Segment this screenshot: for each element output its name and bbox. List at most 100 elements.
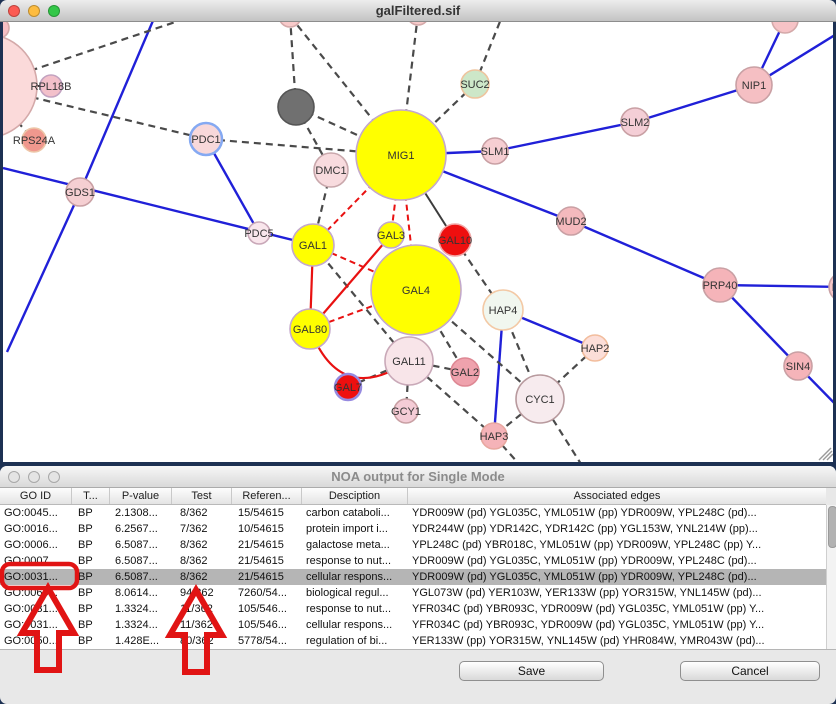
node-label: PRP40 bbox=[703, 280, 738, 292]
column-header-associated_edges[interactable]: Associated edges bbox=[408, 488, 826, 504]
cell-go_id: GO:0031... bbox=[0, 617, 72, 633]
cell-description: galactose meta... bbox=[302, 537, 408, 553]
table-bottom-border bbox=[0, 649, 836, 650]
cell-p_value: 1.428E... bbox=[110, 633, 172, 649]
cell-go_id: GO:0016... bbox=[0, 521, 72, 537]
node-label: HAP3 bbox=[480, 431, 509, 443]
cell-p_value: 6.5087... bbox=[110, 553, 172, 569]
cell-reference: 10/54615 bbox=[232, 521, 302, 537]
column-header-p_value[interactable]: P-value bbox=[110, 488, 172, 504]
table-row[interactable]: GO:0031...BP1.3324...11/362105/546...res… bbox=[0, 601, 826, 617]
cell-description: regulation of bi... bbox=[302, 633, 408, 649]
node-label: GAL1 bbox=[299, 240, 327, 252]
cell-associated_edges: YGL073W (pd) YER103W, YER133W (pp) YOR31… bbox=[408, 585, 826, 601]
column-header-test[interactable]: Test bbox=[172, 488, 232, 504]
cell-reference: 21/54615 bbox=[232, 569, 302, 585]
cell-reference: 105/546... bbox=[232, 617, 302, 633]
column-header-go_id[interactable]: GO ID bbox=[0, 488, 72, 504]
cell-associated_edges: YDR009W (pd) YGL035C, YML051W (pp) YDR00… bbox=[408, 569, 826, 585]
network-window-title: galFiltered.sif bbox=[0, 0, 836, 22]
save-button[interactable]: Save bbox=[459, 661, 604, 681]
column-header-reference[interactable]: Referen... bbox=[232, 488, 302, 504]
node-label: GAL7 bbox=[334, 382, 362, 394]
cell-type: BP bbox=[72, 553, 110, 569]
cell-associated_edges: YDR009W (pd) YGL035C, YML051W (pp) YDR00… bbox=[408, 553, 826, 569]
network-window-titlebar[interactable]: galFiltered.sif bbox=[0, 0, 836, 22]
cell-test: 8/362 bbox=[172, 505, 232, 521]
node-label: PDC1 bbox=[191, 134, 220, 146]
cell-type: BP bbox=[72, 569, 110, 585]
cell-reference: 105/546... bbox=[232, 601, 302, 617]
node-label: GAL2 bbox=[451, 367, 479, 379]
cell-description: cellular respons... bbox=[302, 617, 408, 633]
node-label: GAL3 bbox=[377, 230, 405, 242]
cell-test: 7/362 bbox=[172, 521, 232, 537]
table-row[interactable]: GO:0006...BP6.5087...8/36221/54615galact… bbox=[0, 537, 826, 553]
table-body: GO:0045...BP2.1308...8/36215/54615carbon… bbox=[0, 505, 826, 649]
network-node-GRAY[interactable] bbox=[278, 89, 314, 125]
cell-associated_edges: YDR244W (pp) YDR142C, YDR142C (pp) YGL15… bbox=[408, 521, 826, 537]
table-row[interactable]: GO:0031...BP1.3324...11/362105/546...cel… bbox=[0, 617, 826, 633]
table-row[interactable]: GO:0016...BP6.2567...7/36210/54615protei… bbox=[0, 521, 826, 537]
table-row[interactable]: GO:0031...BP6.5087...8/36221/54615cellul… bbox=[0, 569, 826, 585]
cell-description: protein import i... bbox=[302, 521, 408, 537]
cell-description: response to nut... bbox=[302, 601, 408, 617]
cell-associated_edges: YER133W (pp) YOR315W, YNL145W (pd) YHR08… bbox=[408, 633, 826, 649]
desktop: { "desktop": { "background": "#1d3153" }… bbox=[0, 0, 836, 704]
node-label: SLM1 bbox=[481, 146, 510, 158]
cell-type: BP bbox=[72, 585, 110, 601]
cell-p_value: 6.5087... bbox=[110, 569, 172, 585]
cell-reference: 7260/54... bbox=[232, 585, 302, 601]
cell-go_id: GO:0007... bbox=[0, 553, 72, 569]
column-header-description[interactable]: Desciption bbox=[302, 488, 408, 504]
cell-reference: 15/54615 bbox=[232, 505, 302, 521]
cell-test: 11/362 bbox=[172, 601, 232, 617]
cell-go_id: GO:0065... bbox=[0, 585, 72, 601]
network-canvas[interactable]: RPL18BRPS24AGDS1PDC1DMC1MIG1SUC2SLM1SLM2… bbox=[3, 22, 833, 462]
node-label: PDC5 bbox=[244, 228, 273, 240]
cell-go_id: GO:0031... bbox=[0, 569, 72, 585]
cell-type: BP bbox=[72, 633, 110, 649]
node-label: CYC1 bbox=[525, 394, 554, 406]
column-header-type[interactable]: T... bbox=[72, 488, 110, 504]
scrollbar-thumb[interactable] bbox=[828, 506, 836, 548]
table-row[interactable]: GO:0007...BP6.5087...8/36221/54615respon… bbox=[0, 553, 826, 569]
node-label: RPS24A bbox=[13, 135, 56, 147]
cell-description: carbon cataboli... bbox=[302, 505, 408, 521]
node-label: RPL18B bbox=[31, 81, 72, 93]
node-label: SLM2 bbox=[621, 117, 650, 129]
table-row[interactable]: GO:0050...BP1.428E...80/3625778/54...reg… bbox=[0, 633, 826, 649]
network-node-TOP2[interactable] bbox=[407, 22, 429, 25]
network-edge bbox=[495, 122, 635, 151]
cell-test: 8/362 bbox=[172, 553, 232, 569]
cell-test: 8/362 bbox=[172, 537, 232, 553]
cell-reference: 5778/54... bbox=[232, 633, 302, 649]
cell-go_id: GO:0006... bbox=[0, 537, 72, 553]
cell-reference: 21/54615 bbox=[232, 553, 302, 569]
cell-type: BP bbox=[72, 505, 110, 521]
network-node-TOP3[interactable] bbox=[772, 22, 798, 33]
cell-p_value: 2.1308... bbox=[110, 505, 172, 521]
noa-window-titlebar[interactable]: NOA output for Single Mode bbox=[0, 466, 836, 488]
network-edge bbox=[7, 192, 80, 352]
cell-associated_edges: YFR034C (pd) YBR093C, YDR009W (pd) YGL03… bbox=[408, 617, 826, 633]
network-edge bbox=[80, 22, 155, 192]
cell-test: 11/362 bbox=[172, 617, 232, 633]
vertical-scrollbar[interactable] bbox=[826, 505, 836, 649]
node-label: NIP1 bbox=[742, 80, 766, 92]
cell-test: 8/362 bbox=[172, 569, 232, 585]
cell-go_id: GO:0045... bbox=[0, 505, 72, 521]
cell-p_value: 1.3324... bbox=[110, 617, 172, 633]
cell-go_id: GO:0050... bbox=[0, 633, 72, 649]
table-row[interactable]: GO:0045...BP2.1308...8/36215/54615carbon… bbox=[0, 505, 826, 521]
table-row[interactable]: GO:0065...BP8.0614...94/3627260/54...bio… bbox=[0, 585, 826, 601]
cell-description: cellular respons... bbox=[302, 569, 408, 585]
cancel-button[interactable]: Cancel bbox=[680, 661, 820, 681]
cell-type: BP bbox=[72, 537, 110, 553]
cell-type: BP bbox=[72, 521, 110, 537]
network-node-CORNER[interactable] bbox=[3, 22, 9, 38]
cell-description: biological regul... bbox=[302, 585, 408, 601]
noa-window: NOA output for Single Mode GO IDT...P-va… bbox=[0, 466, 836, 704]
cell-description: response to nut... bbox=[302, 553, 408, 569]
node-label: GAL10 bbox=[438, 235, 472, 247]
